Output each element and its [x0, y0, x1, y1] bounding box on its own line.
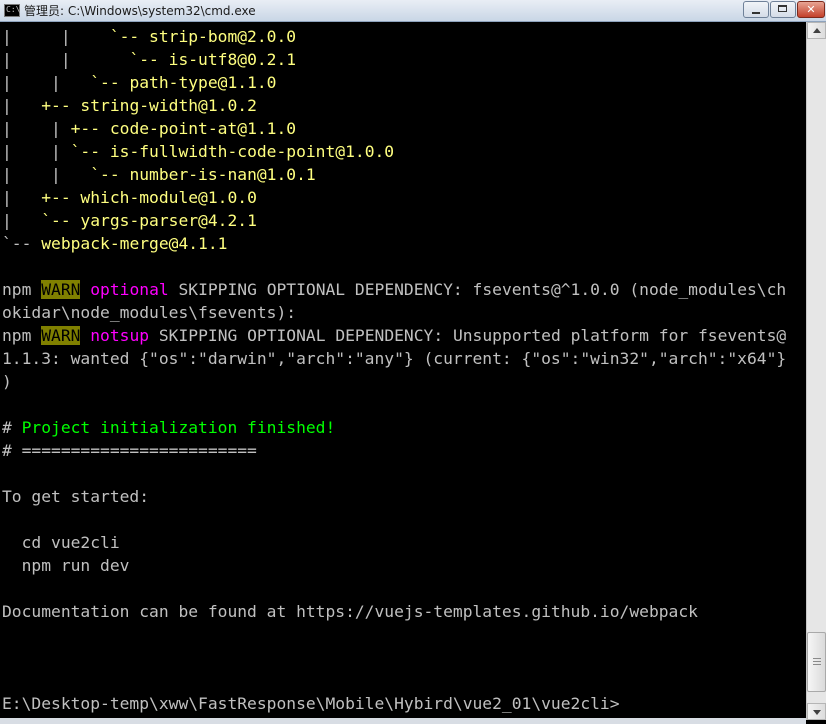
window-title: 管理员: C:\Windows\system32\cmd.exe: [24, 4, 256, 18]
console-text-segment: To get started:: [2, 487, 150, 506]
warn-badge: WARN: [41, 280, 81, 299]
console-line: 1.1.3: wanted {"os":"darwin","arch":"any…: [2, 347, 786, 370]
console-line: npm WARN optional SKIPPING OPTIONAL DEPE…: [2, 278, 786, 301]
console-text-segment: [80, 280, 90, 299]
console-line: | | +-- code-point-at@1.1.0: [2, 117, 296, 140]
console-line: | +-- string-width@1.0.2: [2, 94, 257, 117]
thumb-grip-line: [813, 658, 821, 659]
console-text-segment: | |: [2, 142, 71, 161]
close-button[interactable]: ✕: [797, 1, 825, 18]
console-line: To get started:: [2, 485, 149, 508]
maximize-button[interactable]: [770, 1, 796, 18]
console-text-segment: [80, 326, 90, 345]
minimize-button[interactable]: [743, 1, 769, 18]
console-output[interactable]: | | `-- strip-bom@2.0.0 | | `-- is-utf8@0…: [0, 22, 806, 720]
console-text-segment: npm: [2, 326, 42, 345]
console-text-segment: `-- yargs-parser@4.2.1: [41, 211, 257, 230]
console-text-segment: webpack-merge@4.1.1: [41, 234, 228, 253]
console-text-segment: `-- is-utf8@0.2.1: [129, 50, 297, 69]
console-line: | +-- which-module@1.0.0: [2, 186, 257, 209]
console-text-segment: Project initialization finished!: [21, 418, 336, 437]
console-line: # Project initialization finished!: [2, 416, 335, 439]
console-text-segment: | |: [2, 165, 91, 184]
console-text-segment: |: [2, 96, 42, 115]
console-line: | | `-- path-type@1.1.0: [2, 71, 276, 94]
console-line: ): [2, 370, 12, 393]
console-line: | `-- yargs-parser@4.2.1: [2, 209, 257, 232]
console-text-segment: SKIPPING OPTIONAL DEPENDENCY: fsevents@^…: [168, 280, 787, 299]
console-text-segment: `-- strip-bom@2.0.0: [109, 27, 297, 46]
cmd-app-icon-text: C:\: [6, 5, 21, 14]
scroll-up-arrow-icon[interactable]: [807, 22, 826, 39]
console-line: | | `-- number-is-nan@1.0.1: [2, 163, 316, 186]
console-line: E:\Desktop-temp\xww\FastResponse\Mobile\…: [2, 692, 620, 715]
console-text-segment: SKIPPING OPTIONAL DEPENDENCY: Unsupporte…: [149, 326, 787, 345]
console-text-segment: npm: [2, 280, 42, 299]
console-text-segment: cd vue2cli: [2, 533, 120, 552]
scrollbar-thumb[interactable]: [807, 632, 826, 692]
console-line: | | `-- is-fullwidth-code-point@1.0.0: [2, 140, 394, 163]
console-line: npm WARN notsup SKIPPING OPTIONAL DEPEND…: [2, 324, 786, 347]
console-text-segment: |: [2, 188, 42, 207]
console-text-segment: +-- code-point-at@1.1.0: [70, 119, 297, 138]
scroll-down-arrow-icon[interactable]: [807, 703, 826, 720]
thumb-grip-line: [813, 661, 821, 662]
title-bar[interactable]: C:\ 管理员: C:\Windows\system32\cmd.exe ✕: [0, 0, 826, 22]
console-text-segment: okidar\node_modules\fsevents):: [2, 303, 297, 322]
console-line: Documentation can be found at https://vu…: [2, 600, 698, 623]
console-line: # ========================: [2, 439, 257, 462]
console-text-segment: +-- string-width@1.0.2: [41, 96, 257, 115]
console-line: | | `-- is-utf8@0.2.1: [2, 48, 296, 71]
console-line: | | `-- strip-bom@2.0.0: [2, 25, 296, 48]
console-text-segment: ): [2, 372, 12, 391]
console-line: okidar\node_modules\fsevents):: [2, 301, 296, 324]
vertical-scrollbar[interactable]: [806, 22, 826, 720]
console-text-segment: | |: [2, 119, 71, 138]
close-icon: ✕: [806, 3, 816, 16]
console-text-segment: | |: [2, 27, 110, 46]
console-text-segment: `-- path-type@1.1.0: [90, 73, 277, 92]
console-text-segment: 1.1.3: wanted {"os":"darwin","arch":"any…: [2, 349, 787, 368]
console-text-segment: E:\Desktop-temp\xww\FastResponse\Mobile\…: [2, 694, 620, 713]
console-text-segment: #: [2, 418, 22, 437]
console-text-segment: +-- which-module@1.0.0: [41, 188, 257, 207]
console-line: `-- webpack-merge@4.1.1: [2, 232, 227, 255]
console-text-segment: | |: [2, 73, 91, 92]
console-text-segment: notsup: [90, 326, 150, 345]
console-line: cd vue2cli: [2, 531, 120, 554]
console-text-segment: `--: [2, 234, 42, 253]
console-line: npm run dev: [2, 554, 130, 577]
console-text-segment: | |: [2, 50, 130, 69]
window-bottom-edge: [0, 718, 806, 724]
console-text-segment: |: [2, 211, 42, 230]
cmd-app-icon[interactable]: C:\: [4, 4, 20, 17]
warn-badge: WARN: [41, 326, 81, 345]
console-text-segment: `-- number-is-nan@1.0.1: [90, 165, 316, 184]
console-text-segment: Documentation can be found at https://vu…: [2, 602, 698, 621]
console-text-segment: # ========================: [2, 441, 257, 460]
console-text-segment: npm run dev: [2, 556, 130, 575]
thumb-grip-line: [813, 664, 821, 665]
console-text-segment: optional: [90, 280, 169, 299]
console-text-segment: `-- is-fullwidth-code-point@1.0.0: [70, 142, 395, 161]
